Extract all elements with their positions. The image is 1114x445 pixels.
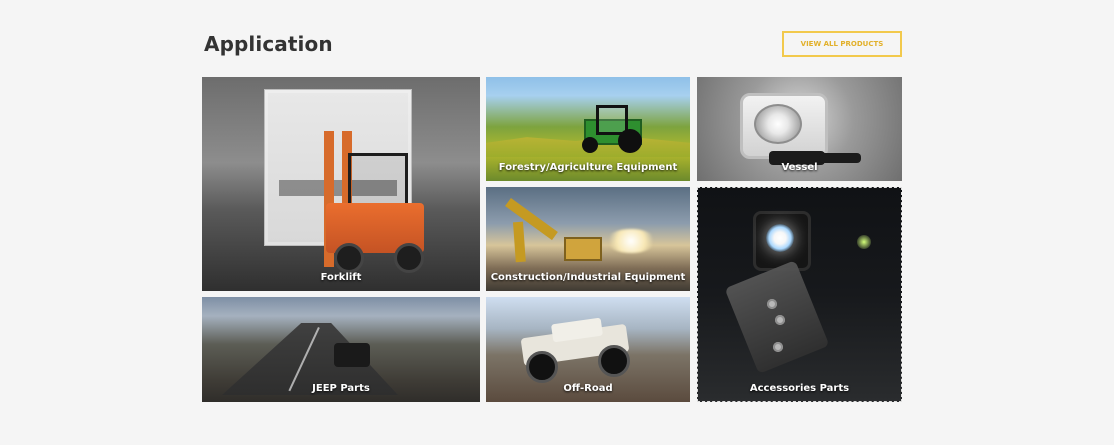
view-all-products-button[interactable]: VIEW ALL PRODUCTS — [782, 31, 902, 57]
excavator-body — [564, 237, 602, 261]
application-tile-accessories-parts[interactable]: Accessories Parts — [697, 187, 902, 402]
off-road-vehicle-image — [510, 317, 642, 383]
application-tile-forestry[interactable]: Forestry/Agriculture Equipment — [486, 77, 690, 181]
work-light-image — [753, 211, 811, 271]
jeep-image — [334, 343, 370, 367]
tile-label-forestry: Forestry/Agriculture Equipment — [498, 162, 678, 173]
vehicle-wheel — [526, 351, 558, 383]
vehicle-wheel — [598, 345, 630, 377]
tile-label-vessel: Vessel — [781, 162, 818, 173]
sunlight-image — [606, 229, 656, 253]
application-tile-jeep-parts[interactable]: JEEP Parts — [202, 297, 480, 402]
tile-label-off-road: Off-Road — [563, 383, 613, 394]
tractor-wheel — [582, 137, 598, 153]
spotlight-image — [740, 93, 828, 159]
bolt-icon — [767, 299, 777, 309]
glow-light-icon — [857, 235, 871, 249]
tile-label-accessories-parts: Accessories Parts — [749, 383, 850, 394]
forklift-wheel — [394, 243, 424, 273]
forklift-wheel — [334, 243, 364, 273]
tractor-wheel — [618, 129, 642, 153]
tractor-image — [576, 105, 654, 159]
application-tile-off-road[interactable]: Off-Road — [486, 297, 690, 402]
excavator-arm-secondary — [513, 221, 526, 263]
application-tile-forklift[interactable]: Forklift — [202, 77, 480, 291]
application-grid: Forklift Forestry/Agriculture Equipment … — [202, 77, 902, 402]
bolt-icon — [775, 315, 785, 325]
application-tile-construction[interactable]: Construction/Industrial Equipment — [486, 187, 690, 291]
tile-label-forklift: Forklift — [320, 272, 362, 283]
forklift-image — [316, 131, 436, 277]
tile-label-jeep-parts: JEEP Parts — [312, 383, 370, 394]
section-title: Application — [204, 32, 333, 56]
tile-label-construction: Construction/Industrial Equipment — [490, 272, 686, 283]
application-tile-vessel[interactable]: Vessel — [697, 77, 902, 181]
bolt-icon — [773, 342, 783, 352]
